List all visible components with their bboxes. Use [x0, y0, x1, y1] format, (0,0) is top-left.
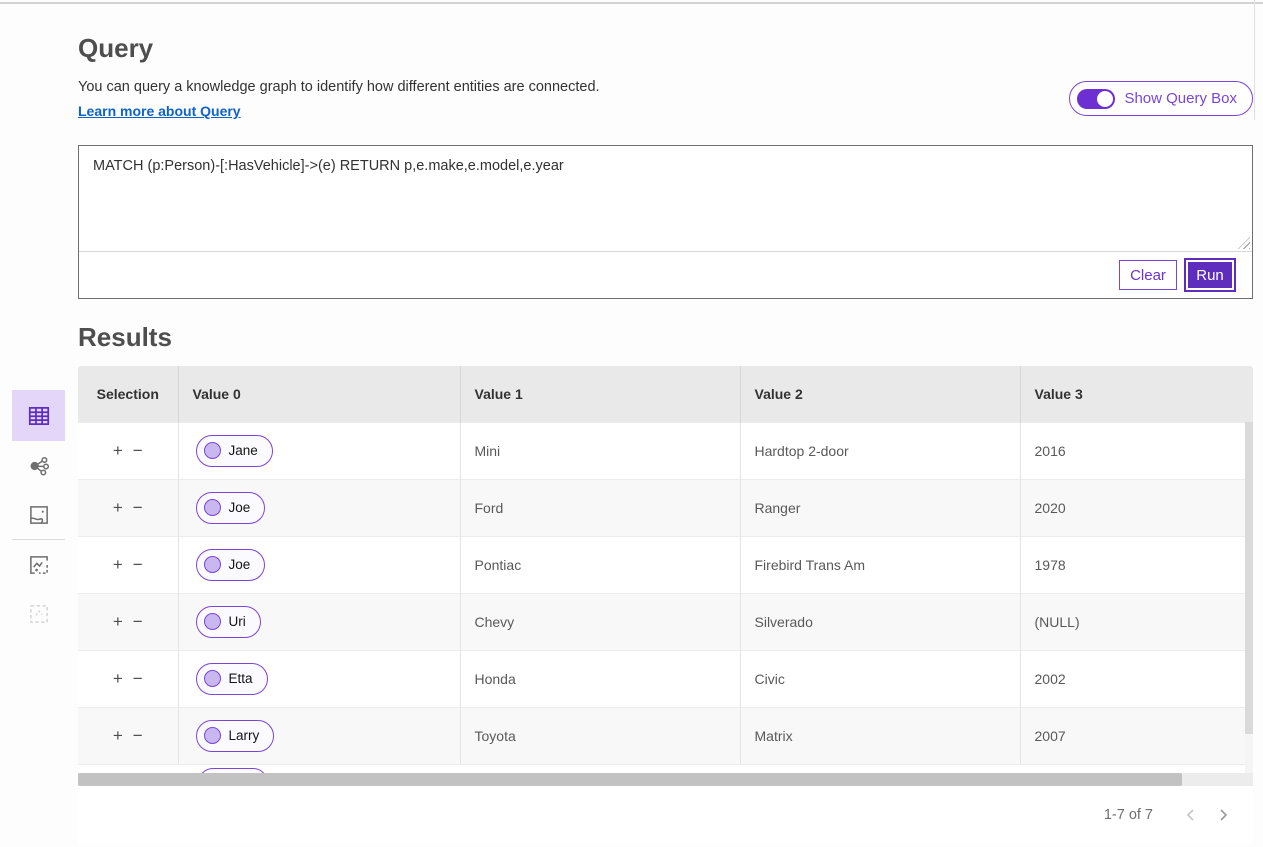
results-footer: 1-7 of 7: [78, 786, 1253, 844]
entity-name: Jane: [229, 443, 258, 458]
link-chart-icon: [26, 453, 52, 479]
cell-year: 2020: [1020, 479, 1253, 536]
cell-year: 1978: [1020, 536, 1253, 593]
entity-name: Joe: [229, 557, 251, 572]
show-query-box-toggle[interactable]: Show Query Box: [1069, 81, 1253, 116]
view-switcher-rail: [12, 390, 65, 638]
entity-icon: [204, 670, 221, 687]
cell-make: Honda: [460, 650, 740, 707]
column-header: Value 2: [740, 366, 1020, 422]
entity-chip[interactable]: Jane: [196, 435, 273, 467]
table-row: +− Joe FordRanger2020: [78, 479, 1253, 536]
toggle-switch-icon: [1077, 89, 1115, 109]
query-input[interactable]: MATCH (p:Person)-[:HasVehicle]->(e) RETU…: [79, 146, 1252, 252]
run-button[interactable]: Run: [1186, 260, 1234, 290]
cell-year: (NULL): [1020, 593, 1253, 650]
toggle-label: Show Query Box: [1124, 90, 1237, 107]
cell-year: 2016: [1020, 422, 1253, 479]
sidebar-item-map-view[interactable]: [12, 490, 65, 539]
entity-name: Etta: [229, 671, 253, 686]
entity-icon: [204, 442, 221, 459]
results-table: SelectionValue 0Value 1Value 2Value 3 +−…: [78, 366, 1253, 764]
top-divider: [0, 2, 1263, 4]
add-selection-button[interactable]: +: [108, 441, 128, 461]
column-header: Selection: [78, 366, 178, 422]
entity-chip[interactable]: Uri: [196, 606, 261, 638]
query-description: You can query a knowledge graph to ident…: [78, 79, 600, 95]
table-row-partial: [78, 764, 1253, 773]
entity-name: Uri: [229, 614, 246, 629]
add-selection-button[interactable]: +: [108, 498, 128, 518]
clear-button[interactable]: Clear: [1119, 260, 1177, 290]
dashed-frame-icon: [26, 601, 52, 627]
remove-selection-button[interactable]: −: [128, 669, 148, 689]
table-header-row: SelectionValue 0Value 1Value 2Value 3: [78, 366, 1253, 422]
cell-year: 2007: [1020, 707, 1253, 764]
entity-chip[interactable]: Etta: [196, 663, 268, 695]
entity-icon: [204, 613, 221, 630]
learn-more-link[interactable]: Learn more about Query: [78, 103, 241, 119]
column-header: Value 1: [460, 366, 740, 422]
entity-chip[interactable]: Joe: [196, 549, 266, 581]
add-selection-button[interactable]: +: [108, 669, 128, 689]
table-row: +− Etta HondaCivic2002: [78, 650, 1253, 707]
query-toolbar: Clear Run: [79, 252, 1252, 298]
cell-year: 2002: [1020, 650, 1253, 707]
cell-model: Civic: [740, 650, 1020, 707]
table-row: +− Jane MiniHardtop 2-door2016: [78, 422, 1253, 479]
horizontal-scrollbar[interactable]: [78, 773, 1253, 786]
chevron-left-icon: [1183, 807, 1199, 823]
entity-icon: [204, 556, 221, 573]
query-text: MATCH (p:Person)-[:HasVehicle]->(e) RETU…: [93, 158, 564, 174]
map-icon: [26, 502, 52, 528]
cell-make: Ford: [460, 479, 740, 536]
table-row: +− Joe PontiacFirebird Trans Am1978: [78, 536, 1253, 593]
sidebar-item-table-view[interactable]: [12, 390, 65, 441]
add-selection-button[interactable]: +: [108, 612, 128, 632]
column-header: Value 0: [178, 366, 460, 422]
column-header: Value 3: [1020, 366, 1253, 422]
table-row: +− Uri ChevySilverado(NULL): [78, 593, 1253, 650]
cell-model: Firebird Trans Am: [740, 536, 1020, 593]
add-selection-button[interactable]: +: [108, 555, 128, 575]
cell-make: Chevy: [460, 593, 740, 650]
cell-make: Pontiac: [460, 536, 740, 593]
results-table-card: SelectionValue 0Value 1Value 2Value 3 +−…: [78, 366, 1253, 844]
resize-handle-icon[interactable]: [1238, 237, 1250, 249]
remove-selection-button[interactable]: −: [128, 612, 148, 632]
sidebar-item-add-to-map[interactable]: [12, 540, 65, 589]
add-to-map-icon: [26, 552, 52, 578]
table-icon: [26, 403, 52, 429]
vertical-scrollbar[interactable]: [1245, 422, 1253, 773]
entity-icon: [204, 727, 221, 744]
chevron-right-icon: [1215, 807, 1231, 823]
add-selection-button[interactable]: +: [108, 726, 128, 746]
entity-chip[interactable]: Larry: [196, 720, 275, 752]
scrollbar-thumb[interactable]: [78, 773, 1182, 786]
remove-selection-button[interactable]: −: [128, 555, 148, 575]
next-page-button[interactable]: [1207, 803, 1239, 827]
entity-icon: [204, 499, 221, 516]
sidebar-item-add-to-link-chart: [12, 589, 65, 638]
query-editor: MATCH (p:Person)-[:HasVehicle]->(e) RETU…: [78, 145, 1253, 299]
entity-chip[interactable]: Joe: [196, 492, 266, 524]
panel-edge: [1254, 0, 1255, 120]
remove-selection-button[interactable]: −: [128, 498, 148, 518]
page-title: Query: [78, 33, 153, 64]
cell-make: Mini: [460, 422, 740, 479]
sidebar-item-link-chart-view[interactable]: [12, 441, 65, 490]
cell-make: Toyota: [460, 707, 740, 764]
entity-name: Larry: [229, 728, 260, 743]
remove-selection-button[interactable]: −: [128, 441, 148, 461]
remove-selection-button[interactable]: −: [128, 726, 148, 746]
prev-page-button[interactable]: [1175, 803, 1207, 827]
pagination-label: 1-7 of 7: [1104, 807, 1153, 823]
table-row: +− Larry ToyotaMatrix2007: [78, 707, 1253, 764]
entity-name: Joe: [229, 500, 251, 515]
cell-model: Silverado: [740, 593, 1020, 650]
cell-model: Ranger: [740, 479, 1020, 536]
cell-model: Hardtop 2-door: [740, 422, 1020, 479]
cell-model: Matrix: [740, 707, 1020, 764]
results-title: Results: [78, 322, 172, 353]
